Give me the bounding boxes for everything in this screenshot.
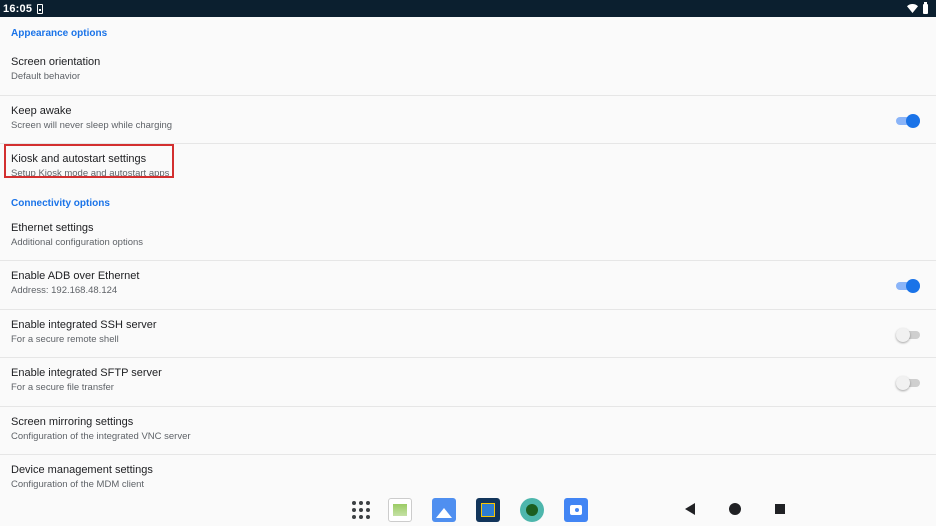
apps-grid-icon[interactable]: [349, 498, 373, 522]
setting-sftp-server[interactable]: Enable integrated SFTP server For a secu…: [0, 358, 936, 407]
adb-ethernet-toggle[interactable]: [896, 279, 920, 293]
setting-ethernet[interactable]: Ethernet settings Additional configurati…: [0, 213, 936, 261]
setting-subtitle: Address: 192.168.48.124: [11, 285, 118, 296]
setting-ssh-server[interactable]: Enable integrated SSH server For a secur…: [0, 310, 936, 358]
settings-list: Appearance options Screen orientation De…: [0, 17, 936, 504]
setting-screen-orientation[interactable]: Screen orientation Default behavior: [0, 47, 936, 96]
setting-subtitle: For a secure remote shell: [11, 333, 119, 345]
sftp-server-toggle[interactable]: [896, 376, 920, 390]
section-header-connectivity: Connectivity options: [11, 197, 110, 209]
recents-icon[interactable]: [775, 504, 785, 514]
setting-title: Screen orientation: [11, 56, 101, 68]
back-icon[interactable]: [685, 503, 695, 515]
setting-title: Enable integrated SFTP server: [11, 367, 162, 379]
ssh-server-toggle[interactable]: [896, 327, 920, 342]
setting-subtitle: For a secure file transfer: [11, 382, 114, 393]
setting-subtitle: Setup Kiosk mode and autostart apps: [11, 168, 170, 179]
app-icon[interactable]: [388, 498, 412, 522]
setting-subtitle: Screen will never sleep while charging: [11, 119, 173, 131]
taskbar: [0, 492, 936, 526]
app-icon[interactable]: [476, 498, 500, 522]
status-bar: 16:05: [0, 0, 936, 17]
setting-title: Enable integrated SSH server: [11, 318, 157, 331]
keep-awake-toggle[interactable]: [896, 113, 920, 128]
setting-screen-mirroring[interactable]: Screen mirroring settings Configuration …: [0, 407, 936, 455]
setting-kiosk-autostart[interactable]: Kiosk and autostart settings Setup Kiosk…: [0, 144, 936, 193]
gallery-app-icon[interactable]: [432, 498, 456, 522]
setting-title: Device management settings: [11, 464, 153, 476]
section-header-appearance: Appearance options: [11, 28, 108, 39]
setting-subtitle: Additional configuration options: [11, 236, 144, 248]
home-icon[interactable]: [729, 503, 741, 515]
setting-title: Kiosk and autostart settings: [11, 153, 147, 165]
setting-subtitle: Configuration of the MDM client: [11, 479, 145, 490]
setting-title: Enable ADB over Ethernet: [11, 270, 140, 282]
setting-keep-awake[interactable]: Keep awake Screen will never sleep while…: [0, 96, 936, 144]
camera-app-icon[interactable]: [564, 498, 588, 522]
setting-adb-ethernet[interactable]: Enable ADB over Ethernet Address: 192.16…: [0, 261, 936, 310]
sim-card-icon: [37, 3, 44, 14]
setting-title: Keep awake: [11, 104, 72, 117]
setting-title: Ethernet settings: [11, 221, 94, 234]
setting-subtitle: Configuration of the integrated VNC serv…: [11, 430, 191, 442]
battery-icon: [923, 1, 928, 14]
setting-subtitle: Default behavior: [11, 71, 81, 82]
setting-title: Screen mirroring settings: [11, 415, 134, 428]
status-time: 16:05: [3, 2, 33, 15]
wifi-icon: [907, 4, 918, 13]
app-icon[interactable]: [520, 498, 544, 522]
